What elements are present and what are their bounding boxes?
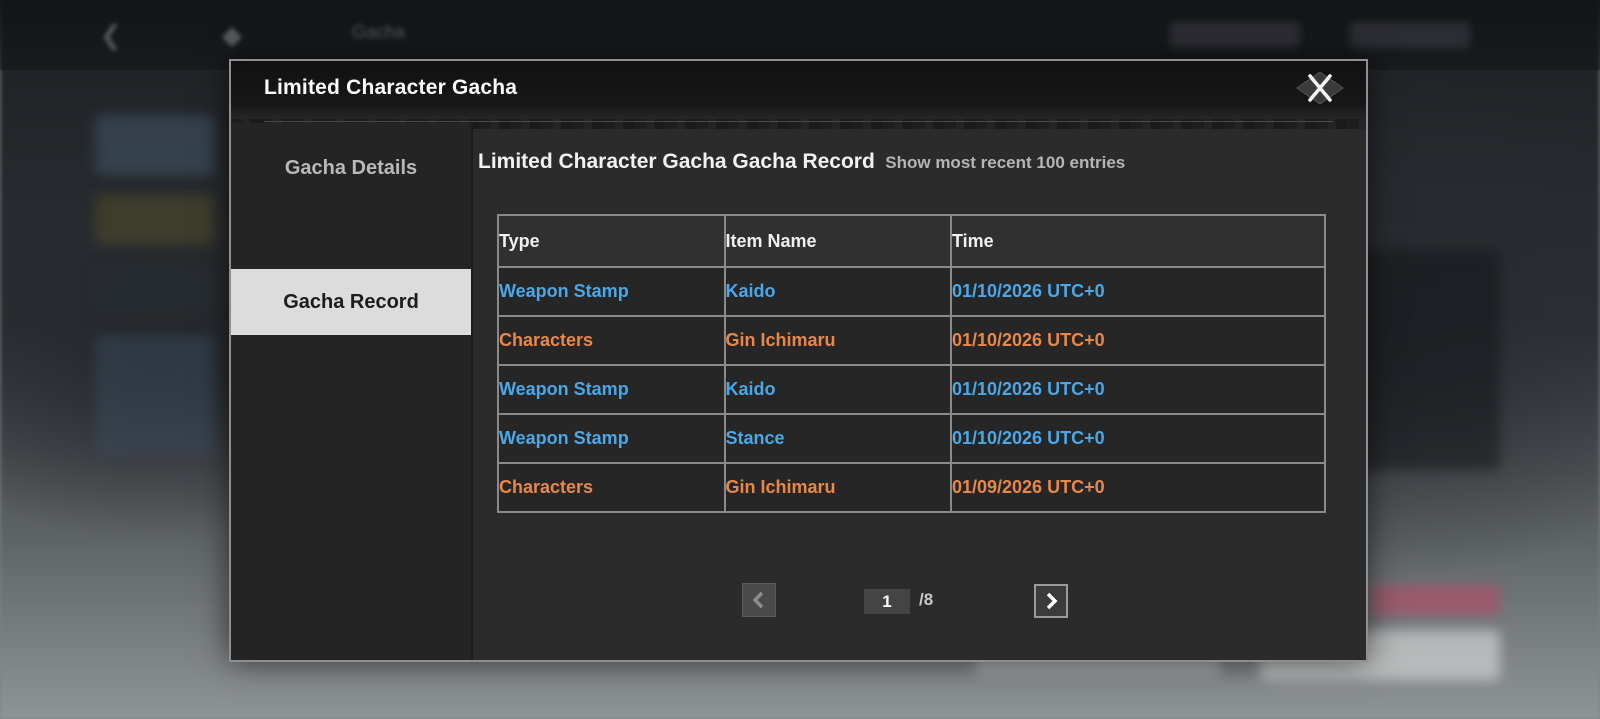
back-icon: ❮ — [100, 20, 122, 50]
column-header-time: Time — [949, 214, 1327, 268]
record-title: Limited Character Gacha Gacha Record — [478, 150, 875, 173]
cell-type: Characters — [497, 462, 726, 513]
gacha-modal: Limited Character Gacha Gacha Details Ga… — [229, 59, 1368, 662]
background-card — [95, 265, 215, 315]
cell-item-name: Gin Ichimaru — [723, 462, 952, 513]
close-button[interactable] — [1296, 71, 1344, 105]
background-title: Gacha — [352, 22, 406, 42]
next-page-button[interactable] — [1034, 584, 1068, 618]
cell-type: Weapon Stamp — [497, 413, 726, 464]
cell-item-name: Kaido — [723, 364, 952, 415]
record-heading: Limited Character Gacha Gacha Record Sho… — [478, 150, 1125, 174]
table-row: Characters Gin Ichimaru 01/10/2026 UTC+0 — [497, 315, 1327, 366]
currency-pill — [1350, 22, 1470, 48]
tab-gacha-record[interactable]: Gacha Record — [231, 269, 471, 335]
table-row: Characters Gin Ichimaru 01/09/2026 UTC+0 — [497, 462, 1327, 513]
table-row: Weapon Stamp Kaido 01/10/2026 UTC+0 — [497, 266, 1327, 317]
sidebar: Gacha Details Gacha Record — [231, 123, 473, 660]
cell-time: 01/10/2026 UTC+0 — [949, 315, 1327, 366]
cell-item-name: Gin Ichimaru — [723, 315, 952, 366]
cell-time: 01/10/2026 UTC+0 — [949, 266, 1327, 317]
column-header-item-name: Item Name — [723, 214, 952, 268]
previous-page-button[interactable] — [742, 583, 776, 617]
table-row: Weapon Stamp Kaido 01/10/2026 UTC+0 — [497, 364, 1327, 415]
column-header-type: Type — [497, 214, 726, 268]
cell-type: Characters — [497, 315, 726, 366]
header-divider — [264, 121, 1333, 122]
cell-time: 01/10/2026 UTC+0 — [949, 364, 1327, 415]
chevron-left-icon — [752, 591, 764, 609]
cell-time: 01/09/2026 UTC+0 — [949, 462, 1327, 513]
tab-label: Gacha Record — [283, 290, 419, 313]
total-pages: /8 — [919, 590, 934, 609]
record-subtitle: Show most recent 100 entries — [885, 153, 1126, 172]
background-card — [95, 115, 215, 175]
cell-type: Weapon Stamp — [497, 266, 726, 317]
cell-time: 01/10/2026 UTC+0 — [949, 413, 1327, 464]
background-card — [95, 335, 215, 455]
cell-type: Weapon Stamp — [497, 364, 726, 415]
modal-title: Limited Character Gacha — [264, 76, 518, 99]
table-header-row: Type Item Name Time — [497, 214, 1327, 268]
record-table: Type Item Name Time Weapon Stamp Kaido 0… — [497, 214, 1327, 513]
home-icon: ◆ — [222, 20, 242, 50]
chevron-right-icon — [1046, 592, 1058, 610]
background-card — [95, 195, 215, 245]
table-row: Weapon Stamp Stance 01/10/2026 UTC+0 — [497, 413, 1327, 464]
tab-gacha-details[interactable]: Gacha Details — [231, 135, 471, 201]
tab-label: Gacha Details — [284, 156, 418, 179]
cell-item-name: Kaido — [723, 266, 952, 317]
cell-item-name: Stance — [723, 413, 952, 464]
currency-pill — [1170, 22, 1300, 48]
background-pink-button — [1370, 585, 1500, 615]
modal-header: Limited Character Gacha — [231, 61, 1366, 129]
current-page-input[interactable]: 1 — [864, 589, 910, 614]
close-icon — [1296, 71, 1344, 105]
